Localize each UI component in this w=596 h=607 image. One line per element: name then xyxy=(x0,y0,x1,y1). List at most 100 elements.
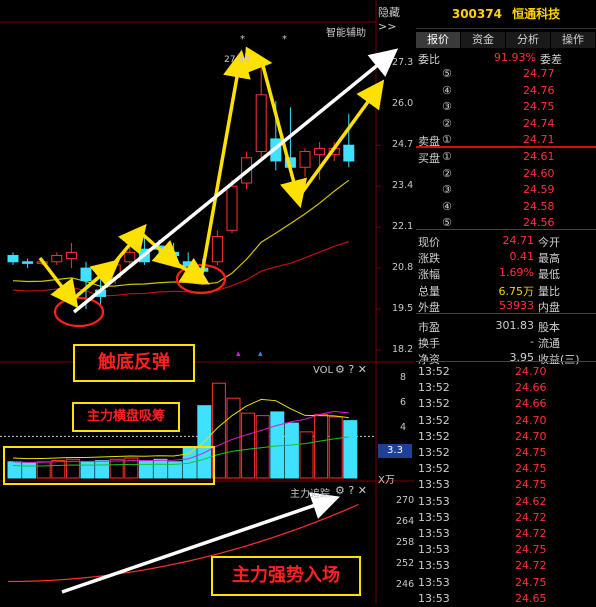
quote-label2: 量比 xyxy=(538,284,560,298)
trade-row: 13:52 24.66 xyxy=(416,380,596,396)
level-price: 24.61 xyxy=(523,150,555,163)
bottom-circle xyxy=(53,296,105,328)
annotation-accumulate: 主力横盘吸筹 xyxy=(72,402,180,432)
trade-price: 24.70 xyxy=(515,413,547,427)
candle-body xyxy=(65,251,77,260)
ask-row: ③ 24.75 xyxy=(416,99,596,115)
tab-analysis[interactable]: 分析 xyxy=(506,32,551,48)
trade-time: 13:52 xyxy=(418,462,450,476)
trend-arrow-yellow xyxy=(296,79,385,200)
trade-time: 13:52 xyxy=(418,381,450,395)
ask-row: ④ 24.76 xyxy=(416,83,596,99)
volume-bar xyxy=(153,458,168,479)
price-tick-label: 19.5 xyxy=(392,303,414,315)
volume-bar xyxy=(36,461,51,479)
track-settings-icon[interactable]: ⚙ ? ✕ xyxy=(335,484,367,497)
level-index: ① xyxy=(442,150,452,163)
trade-row: 13:52 24.70 xyxy=(416,429,596,445)
candle-body xyxy=(124,251,136,263)
price-tick-label: 24.7 xyxy=(392,139,414,151)
trade-price: 24.62 xyxy=(515,494,547,508)
vol-tick-label: 6 xyxy=(400,397,407,409)
level-price: 24.75 xyxy=(523,100,555,113)
quote-label: 换手 xyxy=(418,337,440,351)
level-price: 24.71 xyxy=(523,133,555,146)
level-index: ⑤ xyxy=(442,67,452,80)
marker-blue: ▴ xyxy=(258,349,263,359)
volume-bar xyxy=(22,462,37,479)
volume-bar xyxy=(343,420,358,479)
level-index: ② xyxy=(442,166,452,180)
quote-label2: 流通 xyxy=(538,337,560,351)
bid-ask-separator xyxy=(416,146,596,148)
trade-price: 24.70 xyxy=(515,429,547,443)
order-ratio-label: 委比 xyxy=(418,53,440,66)
smart-assist-label[interactable]: 智能辅助 xyxy=(326,24,366,39)
price-tick-label: 27.3 xyxy=(392,57,414,69)
trade-row: 13:53 24.72 xyxy=(416,526,596,542)
quote-row: 涨跌 0.41 最高 xyxy=(416,249,596,265)
vol-settings-icon[interactable]: ⚙ ? ✕ xyxy=(335,363,367,376)
bid-row: ③ 24.59 xyxy=(416,182,596,198)
divider xyxy=(416,313,596,314)
trade-price: 24.75 xyxy=(515,478,547,492)
stock-name: 恒通科技 xyxy=(512,7,561,21)
quote-label2: 股本 xyxy=(538,321,560,334)
trade-price: 24.75 xyxy=(515,462,547,476)
volume-bar xyxy=(314,413,329,479)
candle-body xyxy=(255,94,267,153)
level-price: 24.60 xyxy=(523,166,555,180)
trade-row: 13:53 24.72 xyxy=(416,558,596,574)
quote-panel: 300374 恒通科技 报价 资金 分析 操作 委比 91.93% 委差 ⑤ 24.77… xyxy=(416,0,596,605)
trade-price: 24.66 xyxy=(515,397,547,411)
tab-quote[interactable]: 报价 xyxy=(416,32,461,48)
vol-indicator-label[interactable]: VOL xyxy=(313,365,333,376)
volume-bar xyxy=(80,461,95,479)
track-indicator-label[interactable]: 主力追踪 xyxy=(290,485,330,500)
star-marker: * xyxy=(240,34,245,45)
trade-price: 24.70 xyxy=(515,365,547,378)
trade-price: 24.72 xyxy=(515,527,547,540)
quote-label: 涨幅 xyxy=(418,268,440,282)
level-price: 24.56 xyxy=(523,216,555,229)
trade-time: 13:53 xyxy=(418,478,450,492)
kline-chart-area[interactable]: ▴ ▴ 隐藏>> 智能辅助 27.49 * * 27.3 26.0 24.7 23.4 2… xyxy=(0,0,414,603)
tab-operate[interactable]: 操作 xyxy=(551,32,596,48)
trade-time: 13:52 xyxy=(418,365,450,378)
divider xyxy=(416,229,596,230)
level-index: ③ xyxy=(442,100,452,113)
order-ratio-row: 委比 91.93% 委差 xyxy=(416,50,596,66)
quote-row: 外盘 53933 内盘 xyxy=(416,298,596,314)
trade-row: 13:52 24.75 xyxy=(416,445,596,461)
peak-price-label: 27.49 xyxy=(224,55,250,65)
tab-funds[interactable]: 资金 xyxy=(461,32,506,48)
trade-row: 13:52 24.70 xyxy=(416,364,596,380)
quote-row: 总量 6.75万 量比 xyxy=(416,282,596,298)
order-diff-label: 委差 xyxy=(540,53,562,66)
hide-panel-button[interactable]: 隐藏>> xyxy=(378,4,414,33)
quote-label2: 最低 xyxy=(538,268,560,282)
bid-row: ② 24.60 xyxy=(416,166,596,182)
quote-value: - xyxy=(530,335,534,349)
quote-value: 1.69% xyxy=(499,266,534,280)
volume-bar xyxy=(138,460,153,479)
volume-bar xyxy=(109,458,124,479)
level-index: ① xyxy=(442,133,452,146)
marker-magenta: ▴ xyxy=(236,349,241,359)
trade-time: 13:53 xyxy=(418,527,450,540)
volume-bar xyxy=(284,422,299,479)
quote-label2: 最高 xyxy=(538,252,560,266)
volume-bar xyxy=(226,397,241,479)
divider xyxy=(416,361,596,362)
candle-body xyxy=(168,251,180,256)
trade-price: 24.75 xyxy=(515,575,547,589)
quote-tabs: 报价 资金 分析 操作 xyxy=(416,32,596,48)
trend-arrow-yellow xyxy=(260,61,308,209)
trade-time: 13:53 xyxy=(418,543,450,557)
level-index: ② xyxy=(442,116,452,130)
quote-row: 市盈 301.83 股本 xyxy=(416,318,596,334)
level-price: 24.76 xyxy=(523,83,555,97)
ask-row: ② 24.74 xyxy=(416,116,596,132)
track-tick-label: 252 xyxy=(396,558,415,569)
quote-label2: 今开 xyxy=(538,236,560,249)
